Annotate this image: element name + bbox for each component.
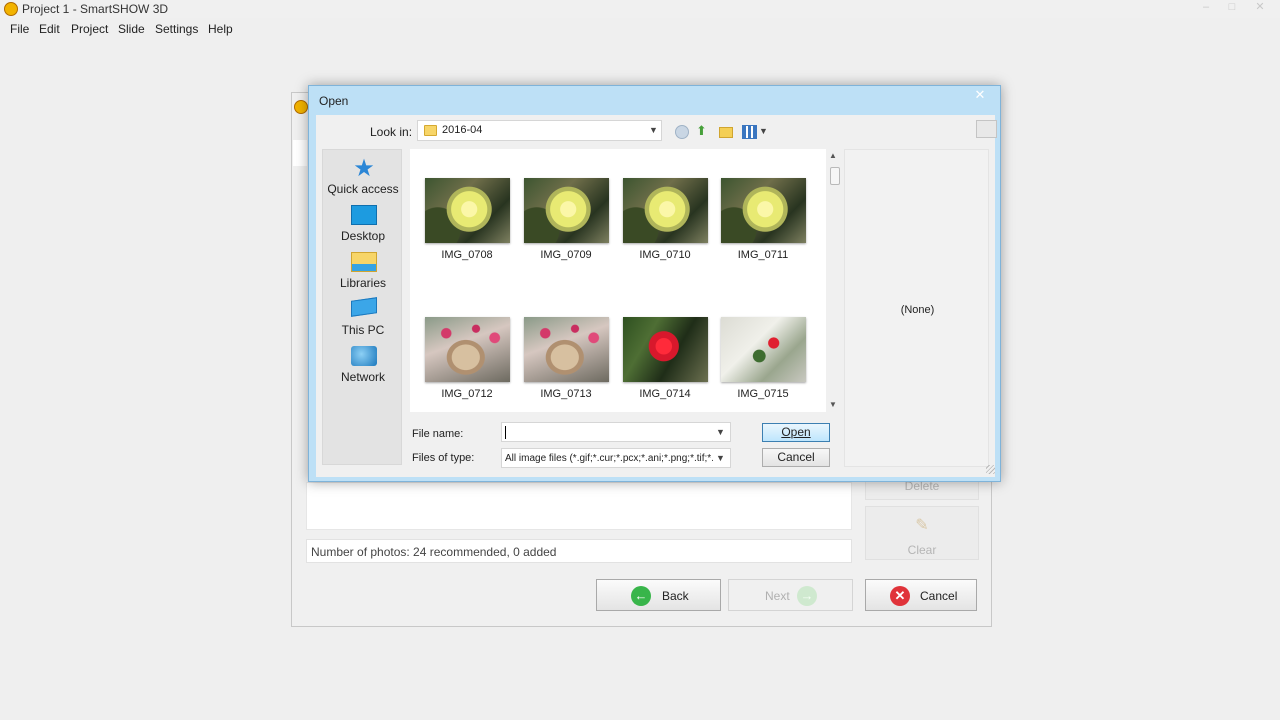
dialog-body: Look in: 2016-04 ▼ ⬆ ▼ ★ Quick access De… <box>316 115 997 477</box>
wizard-cancel-button[interactable]: ✕ Cancel <box>865 579 977 611</box>
open-button[interactable]: Open <box>762 423 830 442</box>
file-name: IMG_0708 <box>441 249 493 261</box>
preview-pane: (None) <box>844 149 989 467</box>
image-thumbnail <box>524 178 609 243</box>
files-of-type-select[interactable]: All image files (*.gif;*.cur;*.pcx;*.ani… <box>501 448 731 468</box>
back-button[interactable]: ← Back <box>596 579 721 611</box>
image-thumbnail <box>425 317 510 382</box>
next-arrow-icon: → <box>797 586 817 606</box>
menu-slide[interactable]: Slide <box>118 22 145 36</box>
star-icon: ★ <box>353 155 375 182</box>
view-menu-icon[interactable] <box>742 125 757 139</box>
menu-help[interactable]: Help <box>208 22 233 36</box>
wizard-app-icon <box>294 100 308 114</box>
back-arrow-icon: ← <box>631 586 651 606</box>
chevron-down-icon: ▼ <box>716 453 725 463</box>
view-menu-chevron-icon[interactable]: ▼ <box>759 126 768 136</box>
preview-text: (None) <box>900 304 935 316</box>
back-nav-icon[interactable] <box>675 125 689 139</box>
text-caret <box>505 426 506 439</box>
wizard-panel-edge <box>293 140 307 166</box>
desktop-icon <box>351 205 377 225</box>
clear-button[interactable]: ✎ Clear <box>865 506 979 560</box>
smartshow-logo-icon <box>4 2 18 16</box>
status-text: Number of photos: 24 recommended, 0 adde… <box>311 545 557 559</box>
image-thumbnail <box>721 317 806 382</box>
chevron-down-icon: ▼ <box>649 125 658 135</box>
close-icon[interactable]: ✕ <box>1246 0 1274 16</box>
file-name: IMG_0712 <box>441 388 493 400</box>
photo-list-area[interactable] <box>306 482 852 530</box>
resize-grip[interactable] <box>986 465 995 474</box>
maximize-icon[interactable]: □ <box>1218 0 1246 16</box>
menu-edit[interactable]: Edit <box>39 22 60 36</box>
network-icon <box>351 346 377 366</box>
look-in-value: 2016-04 <box>442 124 483 136</box>
image-thumbnail <box>425 178 510 243</box>
file-list-view[interactable]: IMG_0708 IMG_0709 IMG_0710 IMG_0711 IMG_… <box>410 149 830 412</box>
file-name: IMG_0714 <box>639 388 691 400</box>
menu-bar: File Edit Project Slide Settings Help <box>0 22 1280 40</box>
file-name-label: File name: <box>412 428 464 440</box>
look-in-dropdown[interactable]: 2016-04 ▼ <box>417 120 662 141</box>
file-name: IMG_0709 <box>540 249 592 261</box>
menu-project[interactable]: Project <box>71 22 108 36</box>
image-thumbnail <box>721 178 806 243</box>
file-name: IMG_0710 <box>639 249 691 261</box>
app-titlebar: Project 1 - SmartSHOW 3D – □ ✕ <box>0 0 1280 18</box>
brush-icon: ✎ <box>915 517 929 534</box>
chevron-down-icon[interactable]: ▼ <box>716 427 725 437</box>
scroll-up-icon[interactable]: ▲ <box>829 151 837 160</box>
cancel-x-icon: ✕ <box>890 586 910 606</box>
file-name: IMG_0715 <box>737 388 789 400</box>
file-name: IMG_0711 <box>737 249 789 261</box>
file-name: IMG_0713 <box>540 388 592 400</box>
dialog-title: Open <box>319 94 349 108</box>
scroll-down-icon[interactable]: ▼ <box>829 400 837 409</box>
file-name-input[interactable]: ▼ <box>501 422 731 442</box>
file-list-scrollbar[interactable]: ▲ ▼ <box>826 149 842 412</box>
menu-settings[interactable]: Settings <box>155 22 198 36</box>
open-file-dialog: Open ✕ Look in: 2016-04 ▼ ⬆ ▼ ★ Quick ac… <box>308 85 1001 482</box>
photo-count-status: Number of photos: 24 recommended, 0 adde… <box>306 539 852 563</box>
next-button[interactable]: Next → <box>728 579 853 611</box>
dialog-close-icon[interactable]: ✕ <box>965 87 995 105</box>
files-of-type-value: All image files (*.gif;*.cur;*.pcx;*.ani… <box>505 453 713 464</box>
image-thumbnail <box>623 317 708 382</box>
scroll-thumb[interactable] <box>830 167 840 185</box>
dialog-cancel-button[interactable]: Cancel <box>762 448 830 467</box>
folder-icon <box>424 125 437 136</box>
up-folder-icon[interactable]: ⬆ <box>696 124 710 139</box>
places-bar: ★ Quick access Desktop Libraries This PC… <box>322 149 402 465</box>
preview-toggle-icon[interactable] <box>976 120 997 138</box>
libraries-icon <box>351 252 377 272</box>
computer-icon <box>351 297 377 317</box>
menu-file[interactable]: File <box>10 22 29 36</box>
files-of-type-label: Files of type: <box>412 452 475 464</box>
image-thumbnail <box>524 317 609 382</box>
image-thumbnail <box>623 178 708 243</box>
new-folder-icon[interactable] <box>719 127 733 138</box>
look-in-label: Look in: <box>370 125 413 139</box>
minimize-icon[interactable]: – <box>1192 0 1220 16</box>
app-title: Project 1 - SmartSHOW 3D <box>22 2 169 16</box>
